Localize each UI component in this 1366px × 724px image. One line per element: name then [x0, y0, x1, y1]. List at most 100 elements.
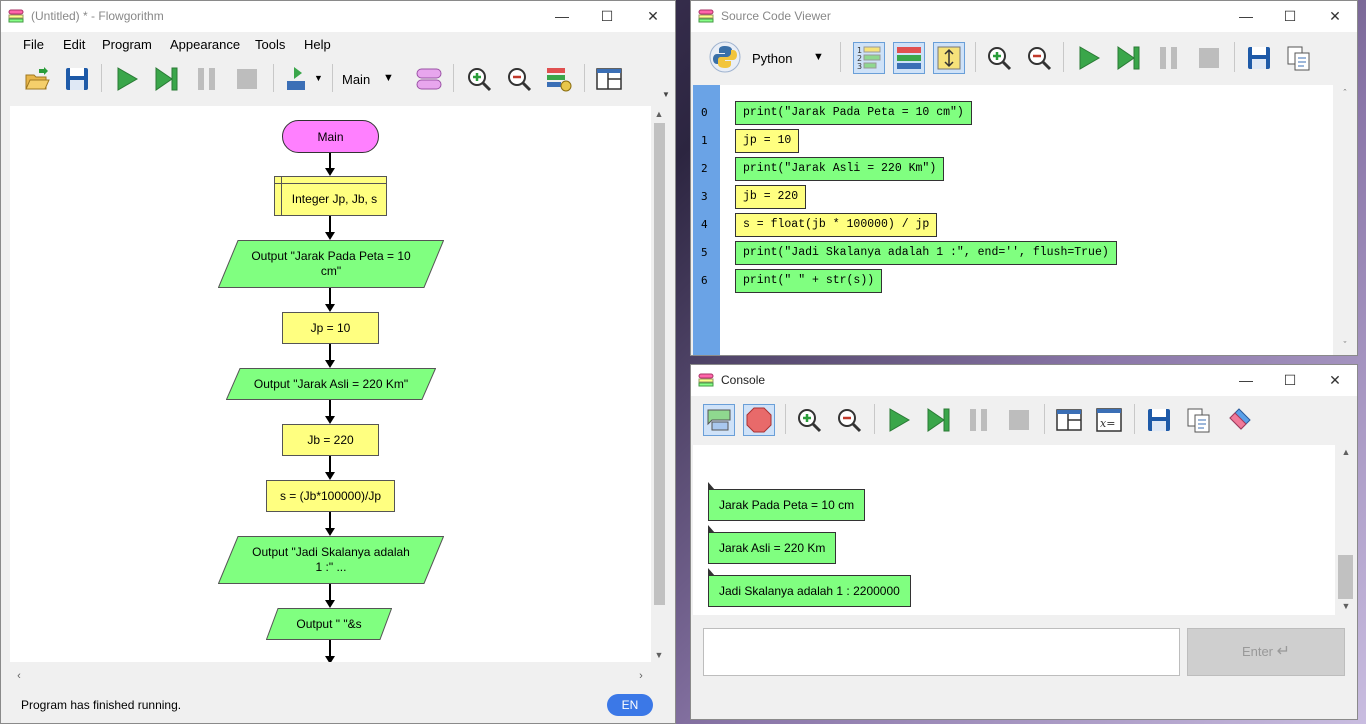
language-badge[interactable]: EN — [607, 694, 653, 716]
status-text: Program has finished running. — [21, 698, 182, 712]
speed-icon[interactable] — [284, 65, 312, 93]
code-line[interactable]: print("Jarak Pada Peta = 10 cm") — [735, 101, 972, 125]
flowchart-declare[interactable]: Integer Jp, Jb, s — [274, 176, 387, 216]
flowchart-output-3[interactable]: Output "Jadi Skalanya adalah 1 :" ... — [218, 536, 444, 584]
flowchart-output-2[interactable]: Output "Jarak Asli = 220 Km" — [226, 368, 436, 400]
source-toolbar: Python ▼ 1 2 3 — [691, 32, 1357, 84]
flowchart-output-4[interactable]: Output " "&s — [266, 608, 392, 640]
colors-toggle[interactable] — [893, 42, 925, 74]
stop-icon[interactable] — [233, 65, 261, 93]
source-close-button[interactable]: ✕ — [1312, 1, 1358, 32]
close-button[interactable]: ✕ — [630, 1, 676, 32]
console-layout-icon[interactable] — [1055, 406, 1083, 434]
flowchart-horizontal-scrollbar[interactable]: ‹ › — [10, 667, 651, 685]
minimize-button[interactable]: — — [539, 1, 585, 32]
line-numbers-toggle[interactable]: 1 2 3 — [853, 42, 885, 74]
source-run-icon[interactable] — [1075, 44, 1103, 72]
console-close-button[interactable]: ✕ — [1312, 365, 1358, 396]
function-select[interactable]: Main — [342, 72, 370, 87]
menu-program[interactable]: Program — [102, 37, 152, 52]
zoom-out-icon[interactable] — [505, 65, 533, 93]
source-minimize-button[interactable]: — — [1223, 1, 1269, 32]
language-dropdown-arrow[interactable]: ▼ — [813, 51, 824, 63]
eraser-icon[interactable] — [1225, 406, 1253, 434]
fit-toggle[interactable] — [933, 42, 965, 74]
step-icon[interactable] — [153, 65, 181, 93]
style-settings-icon[interactable] — [545, 65, 573, 93]
menu-help[interactable]: Help — [304, 37, 331, 52]
language-select[interactable]: Python — [752, 51, 792, 66]
functions-manager-icon[interactable] — [415, 65, 443, 93]
variable-watch-icon[interactable]: x= — [1095, 406, 1123, 434]
source-zoom-in-icon[interactable] — [985, 44, 1013, 72]
menu-file[interactable]: File — [23, 37, 44, 52]
code-line[interactable]: jp = 10 — [735, 129, 800, 153]
console-stop-icon[interactable] — [1005, 406, 1033, 434]
layout-windows-icon[interactable] — [595, 65, 623, 93]
source-pause-icon[interactable] — [1155, 44, 1183, 72]
source-code-area[interactable]: 0 print("Jarak Pada Peta = 10 cm") 1 jp = 1… — [693, 85, 1333, 355]
source-stop-icon[interactable] — [1195, 44, 1223, 72]
menu-edit[interactable]: Edit — [63, 37, 85, 52]
code-line[interactable]: s = float(jb * 100000) / jp — [735, 213, 938, 237]
maximize-button[interactable]: ☐ — [584, 1, 630, 32]
flowchart-canvas[interactable]: Main Integer Jp, Jb, s Output "Jarak Pad… — [10, 106, 651, 662]
save-icon[interactable] — [63, 65, 91, 93]
source-vertical-scrollbar[interactable]: ˆ ˇ — [1334, 85, 1356, 355]
flowchart-assign-s[interactable]: s = (Jb*100000)/Jp — [266, 480, 395, 512]
flowchart-vertical-scrollbar[interactable]: ▲ ▼ — [651, 106, 668, 662]
console-step-icon[interactable] — [925, 406, 953, 434]
function-dropdown-arrow[interactable]: ▼ — [383, 72, 394, 84]
toolbar-overflow-icon[interactable]: ▼ — [662, 90, 670, 99]
source-maximize-button[interactable]: ☐ — [1267, 1, 1313, 32]
output-4-label: Output " "&s — [296, 616, 362, 631]
console-maximize-button[interactable]: ☐ — [1267, 365, 1313, 396]
console-input-field[interactable] — [703, 628, 1180, 676]
output-2-label: Output "Jarak Asli = 220 Km" — [253, 376, 409, 391]
flowchart-scroll-thumb[interactable] — [654, 123, 665, 605]
flowchart-start-main[interactable]: Main — [282, 120, 379, 153]
console-scroll-thumb[interactable] — [1338, 555, 1353, 599]
output-1-label: Output "Jarak Pada Peta = 10 cm" — [251, 249, 411, 278]
source-copy-icon[interactable] — [1285, 44, 1313, 72]
flowgorithm-titlebar: (Untitled) * - Flowgorithm — ☐ ✕ — [1, 1, 675, 32]
console-vertical-scrollbar[interactable]: ▲ ▼ — [1335, 445, 1356, 615]
console-zoom-out-icon[interactable] — [835, 406, 863, 434]
console-pause-icon[interactable] — [965, 406, 993, 434]
console-output-area[interactable]: Jarak Pada Peta = 10 cm Jarak Asli = 220… — [693, 445, 1335, 615]
flowchart-output-1[interactable]: Output "Jarak Pada Peta = 10 cm" — [218, 240, 444, 288]
console-copy-icon[interactable] — [1185, 406, 1213, 434]
code-line[interactable]: print("Jadi Skalanya adalah 1 :", end=''… — [735, 241, 1117, 265]
console-minimize-button[interactable]: — — [1223, 365, 1269, 396]
chat-bubble-icon — [707, 409, 731, 431]
code-line[interactable]: print(" " + str(s)) — [735, 269, 883, 293]
source-save-icon[interactable] — [1245, 44, 1273, 72]
speed-dropdown-arrow[interactable]: ▼ — [314, 73, 323, 83]
source-zoom-out-icon[interactable] — [1025, 44, 1053, 72]
source-step-icon[interactable] — [1115, 44, 1143, 72]
code-line[interactable]: jb = 220 — [735, 185, 807, 209]
zoom-in-icon[interactable] — [465, 65, 493, 93]
console-zoom-in-icon[interactable] — [795, 406, 823, 434]
flowgorithm-window: (Untitled) * - Flowgorithm — ☐ ✕ File Ed… — [0, 0, 676, 724]
chat-view-toggle[interactable] — [703, 404, 735, 436]
menu-tools[interactable]: Tools — [255, 37, 285, 52]
menu-appearance[interactable]: Appearance — [170, 37, 240, 52]
line-number: 4 — [701, 218, 708, 231]
console-save-icon[interactable] — [1145, 406, 1173, 434]
flowchart-assign-jp[interactable]: Jp = 10 — [282, 312, 379, 344]
console-app-icon — [698, 373, 714, 387]
window-title: (Untitled) * - Flowgorithm — [31, 9, 164, 23]
enter-return-icon: ↵ — [1276, 643, 1291, 660]
assign-jp-label: Jp = 10 — [310, 321, 351, 335]
flowchart-assign-jb[interactable]: Jb = 220 — [282, 424, 379, 456]
open-folder-icon[interactable] — [23, 65, 51, 93]
enter-button[interactable]: Enter ↵ — [1187, 628, 1345, 676]
pause-icon[interactable] — [193, 65, 221, 93]
console-window: Console — ☐ ✕ x= Jarak Pada Peta = 10 cm… — [690, 364, 1358, 720]
line-number: 3 — [701, 190, 708, 203]
console-run-icon[interactable] — [885, 406, 913, 434]
stop-on-error-toggle[interactable] — [743, 404, 775, 436]
run-icon[interactable] — [113, 65, 141, 93]
code-line[interactable]: print("Jarak Asli = 220 Km") — [735, 157, 945, 181]
